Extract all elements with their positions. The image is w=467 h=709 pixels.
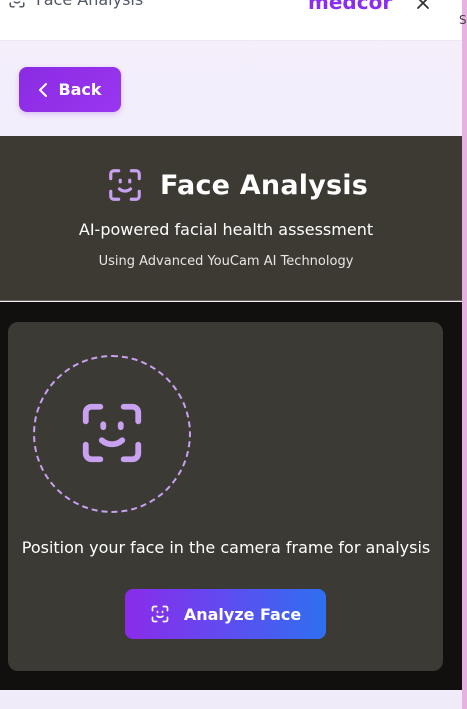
top-header: Face Analysis medcor [0,0,462,41]
hero-title: Face Analysis [160,169,368,201]
face-scan-icon [109,169,141,201]
face-scan-icon [82,403,142,463]
close-button[interactable] [412,0,434,14]
analyze-face-button[interactable]: Analyze Face [125,589,326,639]
brand-logo-text: medcor [308,0,393,14]
edge-glyph: S [459,13,467,27]
app-root: Face Analysis medcor S Back Face Analysi… [0,0,467,709]
hero-title-row: Face Analysis [106,166,368,204]
close-icon [417,0,429,9]
analyze-face-label: Analyze Face [183,604,302,624]
back-button[interactable]: Back [19,67,121,112]
back-button-label: Back [58,80,102,99]
header-title: Face Analysis [36,0,143,10]
bottom-strip [0,690,462,709]
chevron-left-icon [39,82,48,97]
right-edge-accent [462,0,467,709]
hero-tech-note: Using Advanced YouCam AI Technology [98,254,354,269]
header-title-group: Face Analysis [8,0,143,10]
instruction-text: Position your face in the camera frame f… [21,538,431,557]
hero-banner: Face Analysis AI-powered facial health a… [0,136,462,301]
hero-subtitle: AI-powered facial health assessment [78,220,374,239]
face-scan-icon [151,605,169,623]
camera-frame-face [77,398,147,468]
face-scan-icon [9,1,25,8]
